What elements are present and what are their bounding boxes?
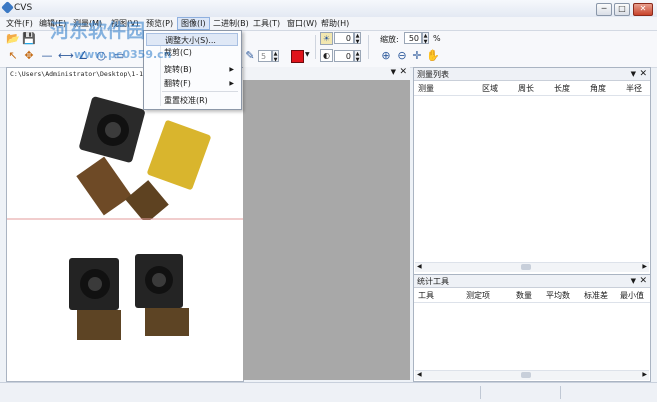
minimize-button[interactable]: ─ xyxy=(596,3,612,16)
scroll-right-icon[interactable]: ▶ xyxy=(642,263,647,270)
submenu-arrow-icon: ▶ xyxy=(229,80,234,87)
col-mean[interactable]: 平均数 xyxy=(546,290,570,301)
submenu-arrow-icon: ▶ xyxy=(229,66,234,73)
scroll-right-icon[interactable]: ▶ xyxy=(642,371,647,378)
toolbar-separator xyxy=(315,35,316,59)
watermark-url: www.pc0359.cn xyxy=(74,48,172,61)
col-radius[interactable]: 半径 xyxy=(626,83,642,94)
status-divider xyxy=(560,386,561,399)
menu-separator xyxy=(162,91,238,92)
pen-icon[interactable]: ✎ xyxy=(243,49,257,63)
menu-binary[interactable]: 二进制(B) xyxy=(210,17,252,30)
menu-help[interactable]: 帮助(H) xyxy=(318,17,352,30)
chevron-down-icon[interactable]: ▼ xyxy=(631,277,636,285)
header-divider xyxy=(414,302,650,303)
color-swatch[interactable] xyxy=(291,50,304,63)
image-menu-dropdown: 调整大小(S)... 裁剪(C) 旋转(B) ▶ 翻转(F) ▶ 重置校准(R) xyxy=(143,30,242,110)
zoom-out-icon[interactable]: ⊖ xyxy=(395,49,409,63)
menu-item-flip[interactable]: 翻转(F) ▶ xyxy=(146,77,238,90)
measure-list-panel: 测量列表 ▼ ✕ 测量 区域 周长 长度 角度 半径 ◀ ▶ xyxy=(413,67,651,275)
close-button[interactable]: ✕ xyxy=(633,3,653,16)
col-stddev[interactable]: 标准差 xyxy=(584,290,608,301)
menu-preview[interactable]: 预览(P) xyxy=(143,17,176,30)
save-icon[interactable]: 💾 xyxy=(22,32,36,46)
menu-item-reset-calibration[interactable]: 重置校准(R) xyxy=(146,94,238,107)
brightness-input[interactable]: 0 xyxy=(334,32,354,44)
stats-tool-panel: 统计工具 ▼ ✕ 工具 测定项 数量 平均数 标准差 最小值 ◀ ▶ xyxy=(413,274,651,382)
menu-item-rotate[interactable]: 旋转(B) ▶ xyxy=(146,63,238,76)
zoom-in-icon[interactable]: ⊕ xyxy=(379,49,393,63)
camera-module-photo-bottom xyxy=(7,220,243,381)
zoom-stepper[interactable]: ▲ ▼ xyxy=(422,32,429,45)
menu-tools[interactable]: 工具(T) xyxy=(250,17,283,30)
menu-window[interactable]: 窗口(W) xyxy=(284,17,320,30)
col-perimeter[interactable]: 周长 xyxy=(518,83,534,94)
stats-tool-title: 统计工具 xyxy=(414,275,650,288)
col-item[interactable]: 测定项 xyxy=(466,290,490,301)
col-tool[interactable]: 工具 xyxy=(418,290,434,301)
zoom-label: 缩放: xyxy=(380,35,399,44)
menu-item-label: 调整大小(S)... xyxy=(165,36,216,45)
line-width-input[interactable]: 5 xyxy=(258,50,272,62)
stats-hscroll[interactable]: ◀ ▶ xyxy=(415,370,649,380)
menu-image[interactable]: 图像(I) xyxy=(177,17,210,30)
contrast-icon[interactable]: ◐ xyxy=(320,49,333,62)
scroll-thumb[interactable] xyxy=(521,264,531,270)
maximize-button[interactable]: □ xyxy=(614,3,630,16)
chevron-down-icon[interactable]: ▼ xyxy=(631,70,636,78)
image-pane-header: ▼ ✕ xyxy=(243,67,410,81)
brightness-icon[interactable]: ☀ xyxy=(320,32,333,45)
menu-file[interactable]: 文件(F) xyxy=(3,17,36,30)
pointer-icon[interactable]: ↖ xyxy=(6,49,20,63)
scroll-left-icon[interactable]: ◀ xyxy=(417,371,422,378)
measure-tool-icon[interactable]: ⟷ xyxy=(58,49,74,63)
menu-item-label: 旋转(B) xyxy=(164,65,192,74)
close-icon[interactable]: ✕ xyxy=(639,276,647,286)
zoom-unit: % xyxy=(433,34,441,43)
status-bar xyxy=(0,382,657,402)
close-icon[interactable]: ✕ xyxy=(639,69,647,79)
col-angle[interactable]: 角度 xyxy=(590,83,606,94)
chevron-down-icon[interactable]: ▼ xyxy=(391,68,396,76)
image-view[interactable] xyxy=(7,78,243,381)
open-icon[interactable]: 📂 xyxy=(6,32,20,46)
status-divider xyxy=(480,386,481,399)
menu-item-label: 重置校准(R) xyxy=(164,96,208,105)
image-path: C:\Users\Administrator\Desktop\1-160 xyxy=(10,70,151,78)
scroll-left-icon[interactable]: ◀ xyxy=(417,263,422,270)
scroll-thumb[interactable] xyxy=(521,372,531,378)
line-tool-icon[interactable]: — xyxy=(40,49,54,63)
col-count[interactable]: 数量 xyxy=(516,290,532,301)
window-title: CVS xyxy=(14,3,33,13)
measure-list-title: 测量列表 xyxy=(414,68,650,81)
hand-icon[interactable]: ✋ xyxy=(426,49,440,63)
col-min[interactable]: 最小值 xyxy=(620,290,644,301)
chevron-down-icon[interactable]: ▼ xyxy=(305,51,310,58)
col-length[interactable]: 长度 xyxy=(554,83,570,94)
line-width-stepper[interactable]: ▲ ▼ xyxy=(272,50,279,63)
zoom-input[interactable]: 50 xyxy=(404,32,422,44)
app-icon xyxy=(1,1,14,14)
menu-item-resize[interactable]: 调整大小(S)... xyxy=(146,33,238,46)
brightness-stepper[interactable]: ▲ ▼ xyxy=(354,32,361,45)
toolbar-separator xyxy=(368,35,369,59)
canvas-background xyxy=(243,80,410,380)
col-measure[interactable]: 测量 xyxy=(418,83,434,94)
contrast-stepper[interactable]: ▲ ▼ xyxy=(354,50,361,63)
watermark-text: 河东软件园 xyxy=(50,20,146,42)
contrast-input[interactable]: 0 xyxy=(334,50,354,62)
move-icon[interactable]: ✥ xyxy=(22,49,36,63)
close-icon[interactable]: ✕ xyxy=(399,67,407,77)
col-region[interactable]: 区域 xyxy=(482,83,498,94)
header-divider xyxy=(414,95,650,96)
image-pane[interactable]: C:\Users\Administrator\Desktop\1-160 xyxy=(6,67,244,382)
fit-icon[interactable]: ✛ xyxy=(410,49,424,63)
measure-hscroll[interactable]: ◀ ▶ xyxy=(415,262,649,272)
menu-item-label: 翻转(F) xyxy=(164,79,191,88)
